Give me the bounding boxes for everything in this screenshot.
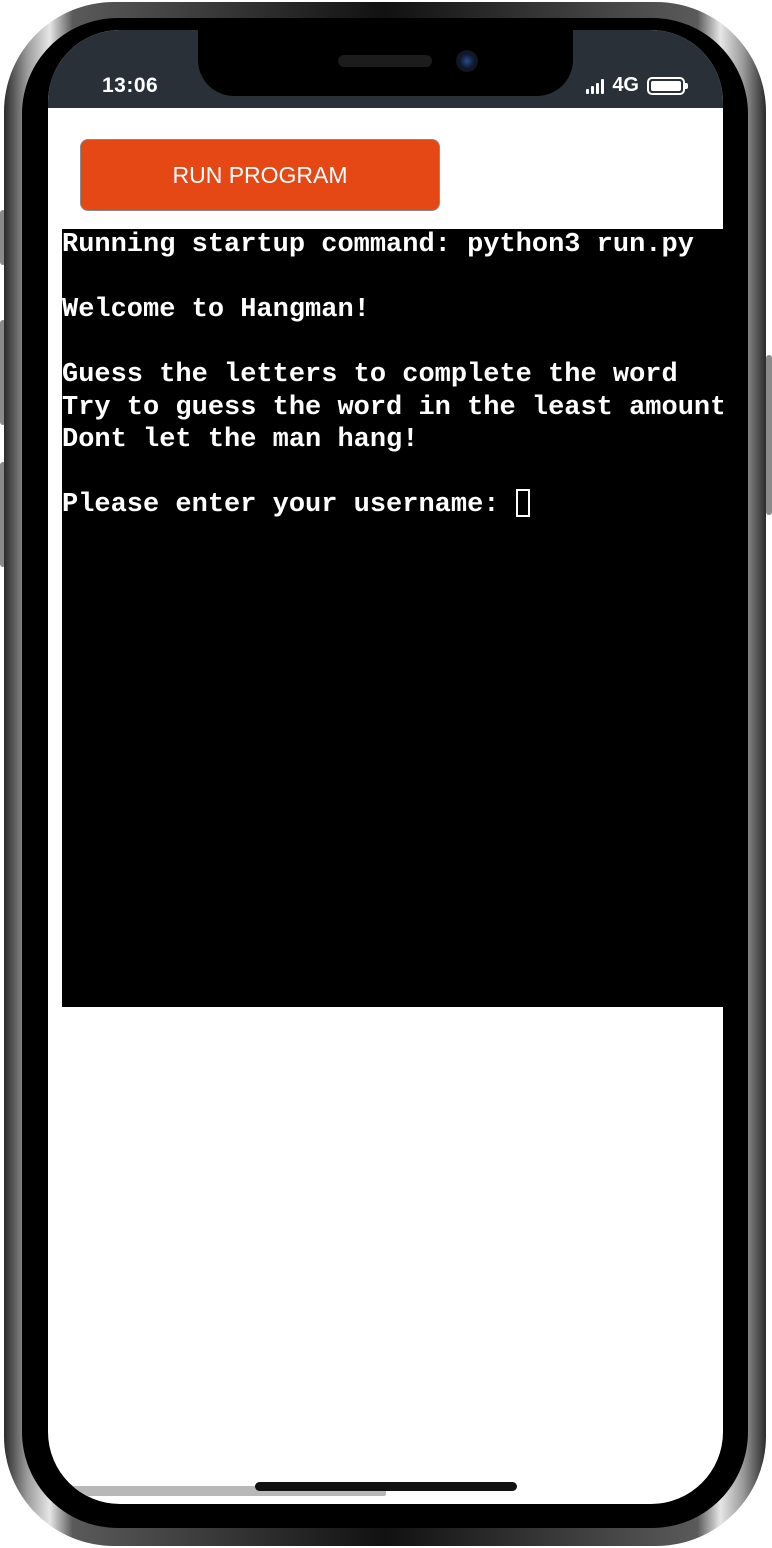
terminal-output: Running startup command: python3 run.py W… [62, 229, 723, 522]
phone-frame: 13:06 4G RUN PROGRAM Running startup com… [0, 0, 772, 1548]
network-label: 4G [612, 74, 639, 96]
status-bar: 13:06 4G [48, 30, 723, 108]
battery-icon [647, 76, 688, 95]
terminal-line: Try to guess the word in the least amoun… [62, 392, 723, 425]
terminal-line: Please enter your username: [62, 489, 723, 522]
side-button-right [766, 355, 772, 515]
status-icons: 4G [586, 74, 688, 97]
terminal-line: Running startup command: python3 run.py [62, 229, 723, 262]
terminal-line-text: Guess the letters to complete the word [62, 360, 678, 390]
terminal[interactable]: Running startup command: python3 run.py W… [62, 229, 723, 1007]
speaker-grille [338, 55, 432, 67]
camera-icon [456, 50, 478, 72]
terminal-line: Guess the letters to complete the word [62, 359, 723, 392]
terminal-line-text: Running startup command: python3 run.py [62, 230, 694, 260]
terminal-line-text: Welcome to Hangman! [62, 295, 370, 325]
terminal-cursor [515, 489, 530, 517]
terminal-line-text: Try to guess the word in the least amoun… [62, 392, 723, 423]
notch [198, 30, 573, 96]
signal-icon [586, 78, 605, 94]
phone-screen: 13:06 4G RUN PROGRAM Running startup com… [48, 30, 723, 1504]
terminal-line-text: Please enter your username: [62, 490, 516, 520]
home-indicator[interactable] [255, 1482, 517, 1491]
status-time: 13:06 [102, 74, 159, 97]
terminal-line-text: Dont let the man hang! [62, 425, 419, 455]
run-program-button[interactable]: RUN PROGRAM [80, 139, 440, 211]
terminal-line: Dont let the man hang! [62, 424, 723, 457]
terminal-line: Welcome to Hangman! [62, 294, 723, 327]
